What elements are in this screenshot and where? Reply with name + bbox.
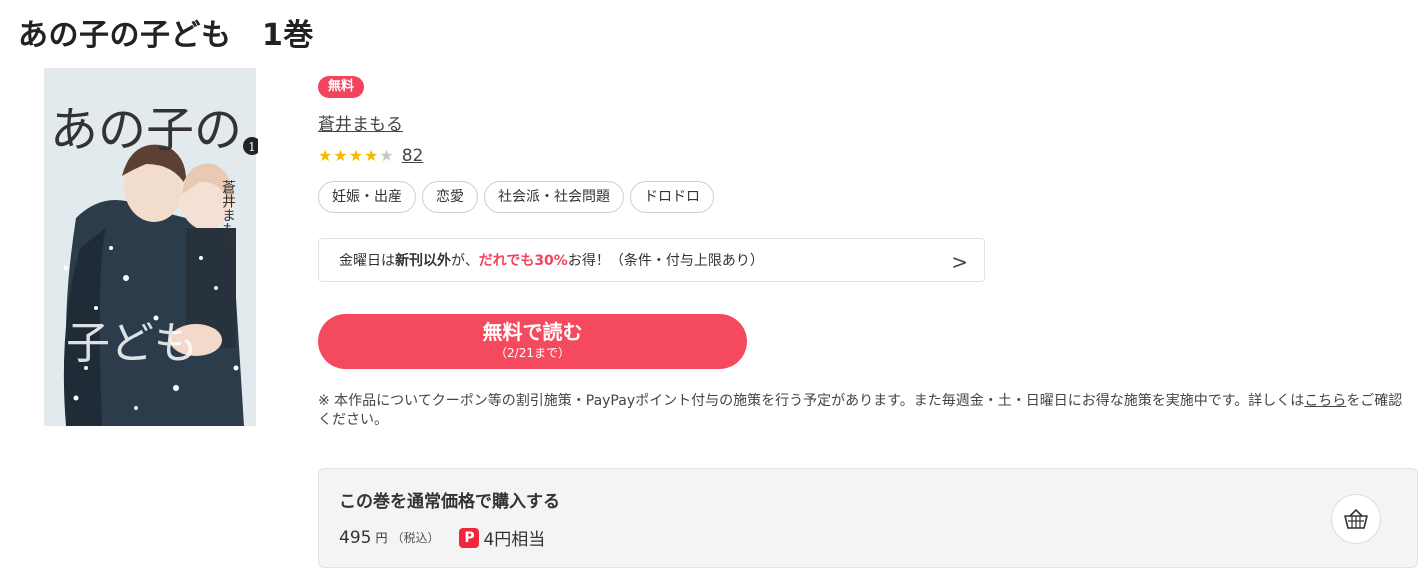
tag-item[interactable]: 妊娠・出産 xyxy=(318,181,416,213)
author-link[interactable]: 蒼井まもる xyxy=(318,110,403,135)
star-icon: ★ xyxy=(364,146,379,165)
promo-prefix: 金曜日は xyxy=(339,253,395,269)
page-title: あの子の子ども 1巻 xyxy=(18,18,314,53)
promo-banner[interactable]: 金曜日は 新刊以外 が、 だれでも30% お得！（条件・付与上限あり） > xyxy=(318,238,985,282)
cover-title-art-2: 子ども xyxy=(66,318,198,369)
price-tax: （税込） xyxy=(391,531,440,545)
cover-volume: 1 xyxy=(248,140,256,154)
campaign-note: ※ 本作品についてクーポン等の割引施策・PayPayポイント付与の施策を行う予定… xyxy=(318,392,1413,430)
read-free-label: 無料で読む xyxy=(482,320,583,344)
cover-author: 蒼井まもる xyxy=(220,180,236,250)
note-link[interactable]: こちら xyxy=(1304,393,1346,409)
paypay-points: 4円相当 xyxy=(483,530,546,550)
cover-title-art: あの子の xyxy=(50,102,242,158)
promo-highlight: だれでも30% xyxy=(478,253,568,269)
tag-item[interactable]: 恋愛 xyxy=(422,181,478,213)
star-icon: ★ xyxy=(333,146,348,165)
read-free-button[interactable]: 無料で読む （2/21まで） xyxy=(318,314,747,369)
rating: ★ ★ ★ ★ ★ 82 xyxy=(318,146,423,166)
free-badge: 無料 xyxy=(318,76,365,98)
promo-mid: が、 xyxy=(451,253,479,269)
promo-bold: 新刊以外 xyxy=(395,253,451,269)
star-empty-icon: ★ xyxy=(379,146,394,165)
note-text: ※ 本作品についてクーポン等の割引施策・PayPayポイント付与の施策を行う予定… xyxy=(318,393,1305,409)
purchase-box: この巻を通常価格で購入する 495 円 （税込） P 4円相当 xyxy=(318,468,1418,568)
add-to-cart-button[interactable] xyxy=(1331,494,1381,544)
purchase-title: この巻を通常価格で購入する xyxy=(339,492,560,512)
star-rating: ★ ★ ★ ★ ★ xyxy=(318,146,394,166)
price-row: 495 円 （税込） P 4円相当 xyxy=(339,525,545,550)
cover-image[interactable]: あの子の 子ども 1 蒼井まもる xyxy=(36,68,261,428)
chevron-right-icon: > xyxy=(951,250,968,274)
read-free-deadline: （2/21まで） xyxy=(495,346,570,360)
tag-item[interactable]: 社会派・社会問題 xyxy=(484,181,624,213)
review-count-link[interactable]: 82 xyxy=(402,146,424,166)
star-icon: ★ xyxy=(318,146,333,165)
star-icon: ★ xyxy=(348,146,364,165)
paypay-icon: P xyxy=(459,527,480,548)
price-currency: 円 xyxy=(375,531,388,545)
tag-item[interactable]: ドロドロ xyxy=(630,181,714,213)
basket-icon xyxy=(1344,508,1368,529)
price-value: 495 xyxy=(339,527,372,548)
promo-suffix: お得！（条件・付与上限あり） xyxy=(567,253,764,269)
tag-list: 妊娠・出産 恋愛 社会派・社会問題 ドロドロ xyxy=(318,181,714,213)
